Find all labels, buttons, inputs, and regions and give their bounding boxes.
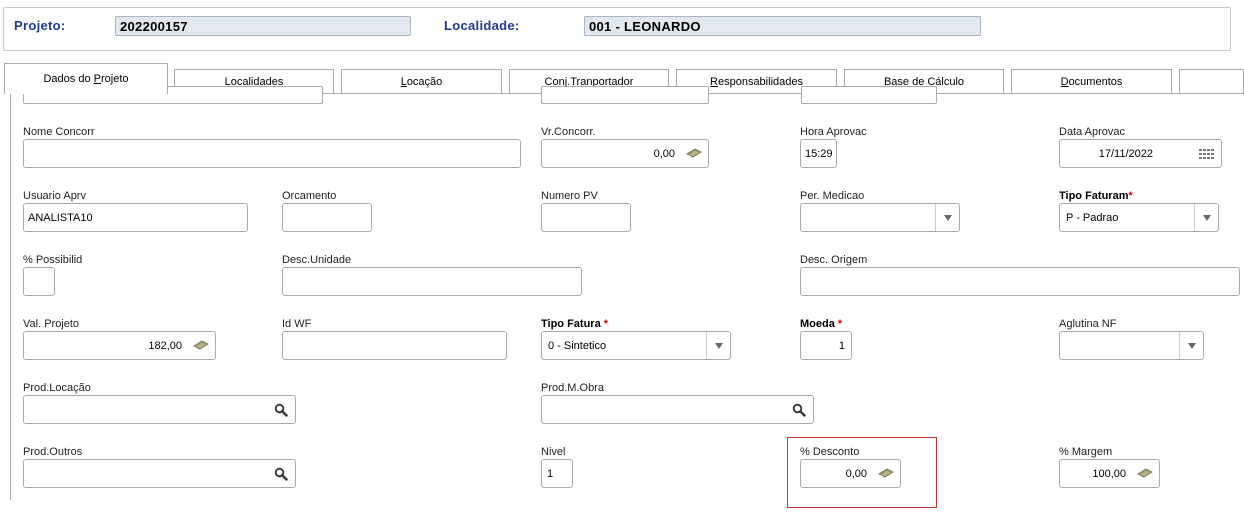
aglutina-nf-select[interactable] bbox=[1059, 331, 1204, 360]
val-projeto-label: Val. Projeto bbox=[23, 318, 80, 330]
prod-locacao-input[interactable] bbox=[23, 395, 296, 424]
desconto-input[interactable]: 0,00 bbox=[800, 459, 901, 488]
localidade-field: 001 - LEONARDO bbox=[584, 16, 981, 36]
hora-aprovac-label: Hora Aprovac bbox=[800, 126, 867, 138]
money-icon[interactable] bbox=[193, 340, 209, 350]
tipo-fatura-select[interactable]: 0 - Sintetico bbox=[541, 331, 731, 360]
margem-label: % Margem bbox=[1059, 446, 1113, 458]
numero-pv-input[interactable] bbox=[541, 203, 631, 232]
tipo-faturam-value: P - Padrao bbox=[1066, 212, 1119, 224]
desconto-label: % Desconto bbox=[800, 446, 860, 458]
chevron-down-icon[interactable] bbox=[1203, 215, 1211, 221]
moeda-label: Moeda * bbox=[800, 318, 843, 330]
select-divider bbox=[935, 204, 936, 231]
scrolled-field[interactable] bbox=[541, 86, 709, 104]
vr-concorr-input[interactable]: 0,00 bbox=[541, 139, 709, 168]
possibilid-label: % Possibilid bbox=[23, 254, 83, 266]
chevron-down-icon[interactable] bbox=[944, 215, 952, 221]
desc-unidade-input[interactable] bbox=[282, 267, 582, 296]
calendar-icon[interactable] bbox=[1199, 149, 1215, 160]
orcamento-input[interactable] bbox=[282, 203, 372, 232]
id-wf-input[interactable] bbox=[282, 331, 507, 360]
hora-aprovac-input[interactable]: 15:29 bbox=[800, 139, 837, 168]
search-icon[interactable] bbox=[274, 403, 288, 417]
chevron-down-icon[interactable] bbox=[715, 343, 723, 349]
vr-concorr-label: Vr.Concorr. bbox=[541, 126, 596, 138]
desc-origem-input[interactable] bbox=[800, 267, 1240, 296]
prod-locacao-label: Prod.Locação bbox=[23, 382, 91, 394]
moeda-input[interactable]: 1 bbox=[800, 331, 852, 360]
prod-outros-input[interactable] bbox=[23, 459, 296, 488]
nome-concorr-input[interactable] bbox=[23, 139, 521, 168]
tipo-fatura-value: 0 - Sintetico bbox=[548, 340, 607, 352]
tab-more[interactable] bbox=[1179, 69, 1244, 94]
prod-mobra-label: Prod.M.Obra bbox=[541, 382, 604, 394]
money-icon[interactable] bbox=[1137, 468, 1153, 478]
scrolled-field[interactable] bbox=[801, 86, 937, 104]
vr-concorr-value: 0,00 bbox=[653, 148, 675, 160]
nivel-input[interactable]: 1 bbox=[541, 459, 573, 488]
tipo-faturam-label: Tipo Faturam* bbox=[1059, 190, 1133, 202]
select-divider bbox=[1194, 204, 1195, 231]
select-divider bbox=[706, 332, 707, 359]
margem-value: 100,00 bbox=[1092, 468, 1126, 480]
desconto-value: 0,00 bbox=[845, 468, 867, 480]
tipo-faturam-select[interactable]: P - Padrao bbox=[1059, 203, 1219, 232]
projeto-field: 202200157 bbox=[115, 16, 411, 36]
val-projeto-value: 182,00 bbox=[148, 340, 182, 352]
tipo-fatura-label: Tipo Fatura * bbox=[541, 318, 609, 330]
desc-unidade-label: Desc.Unidade bbox=[282, 254, 352, 266]
search-icon[interactable] bbox=[274, 467, 288, 481]
data-aprovac-input[interactable]: 17/11/2022 bbox=[1059, 139, 1222, 168]
search-icon[interactable] bbox=[792, 403, 806, 417]
aglutina-nf-label: Aglutina NF bbox=[1059, 318, 1117, 330]
tab-locacao[interactable]: Locação bbox=[341, 69, 502, 94]
nome-concorr-label: Nome Concorr bbox=[23, 126, 95, 138]
data-aprovac-value: 17/11/2022 bbox=[1098, 148, 1153, 160]
data-aprovac-label: Data Aprovac bbox=[1059, 126, 1126, 138]
per-medicao-label: Per. Medicao bbox=[800, 190, 865, 202]
prod-outros-label: Prod.Outros bbox=[23, 446, 83, 458]
per-medicao-select[interactable] bbox=[800, 203, 960, 232]
select-divider bbox=[1179, 332, 1180, 359]
usuario-aprv-input[interactable]: ANALISTA10 bbox=[23, 203, 248, 232]
id-wf-label: Id WF bbox=[282, 318, 312, 330]
nivel-label: Nivel bbox=[541, 446, 566, 458]
prod-mobra-input[interactable] bbox=[541, 395, 814, 424]
possibilid-input[interactable] bbox=[23, 267, 55, 296]
margem-input[interactable]: 100,00 bbox=[1059, 459, 1160, 488]
project-header: Projeto: 202200157 Localidade: 001 - LEO… bbox=[3, 7, 1231, 51]
orcamento-label: Orcamento bbox=[282, 190, 337, 202]
val-projeto-input[interactable]: 182,00 bbox=[23, 331, 216, 360]
money-icon[interactable] bbox=[878, 468, 894, 478]
localidade-label: Localidade: bbox=[444, 18, 520, 33]
projeto-label: Projeto: bbox=[14, 18, 66, 33]
tab-documentos[interactable]: Documentos bbox=[1011, 69, 1172, 94]
numero-pv-label: Numero PV bbox=[541, 190, 598, 202]
chevron-down-icon[interactable] bbox=[1188, 343, 1196, 349]
money-icon[interactable] bbox=[686, 148, 702, 158]
tab-dados-do-projeto[interactable]: Dados do Projeto bbox=[4, 63, 168, 94]
desc-origem-label: Desc. Origem bbox=[800, 254, 868, 266]
usuario-aprv-label: Usuario Aprv bbox=[23, 190, 86, 202]
